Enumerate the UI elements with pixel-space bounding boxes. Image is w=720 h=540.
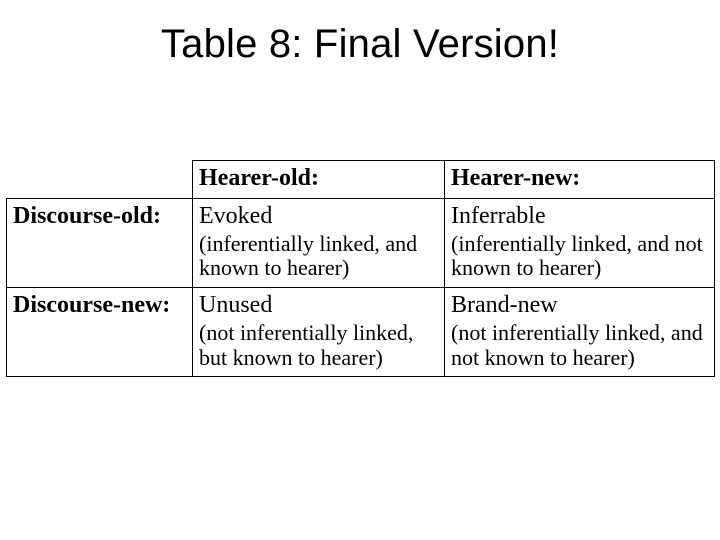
information-status-table: Hearer-old: Hearer-new: Discourse-old: E…	[6, 160, 715, 377]
term-sub: (not inferentially linked, but known to …	[199, 321, 438, 370]
term-sub: (not inferentially linked, and not known…	[451, 321, 708, 370]
cell-unused: Unused (not inferentially linked, but kn…	[193, 288, 445, 377]
row-label-discourse-new: Discourse-new:	[7, 288, 193, 377]
term: Unused	[199, 292, 438, 319]
cell-evoked: Evoked (inferentially linked, and known …	[193, 198, 445, 287]
header-blank	[7, 161, 193, 199]
cell-inferrable: Inferrable (inferentially linked, and no…	[445, 198, 715, 287]
slide: Table 8: Final Version! Hearer-old: Hear…	[0, 0, 720, 540]
cell-brand-new: Brand-new (not inferentially linked, and…	[445, 288, 715, 377]
term-sub: (inferentially linked, and known to hear…	[199, 232, 438, 281]
row-label-discourse-old: Discourse-old:	[7, 198, 193, 287]
table-container: Hearer-old: Hearer-new: Discourse-old: E…	[6, 160, 714, 377]
term: Inferrable	[451, 203, 708, 230]
table-row: Discourse-new: Unused (not inferentially…	[7, 288, 715, 377]
term-sub: (inferentially linked, and not known to …	[451, 232, 708, 281]
table-row: Discourse-old: Evoked (inferentially lin…	[7, 198, 715, 287]
header-hearer-new: Hearer-new:	[445, 161, 715, 199]
table-header-row: Hearer-old: Hearer-new:	[7, 161, 715, 199]
header-hearer-old: Hearer-old:	[193, 161, 445, 199]
page-title: Table 8: Final Version!	[0, 22, 720, 67]
term: Brand-new	[451, 292, 708, 319]
term: Evoked	[199, 203, 438, 230]
